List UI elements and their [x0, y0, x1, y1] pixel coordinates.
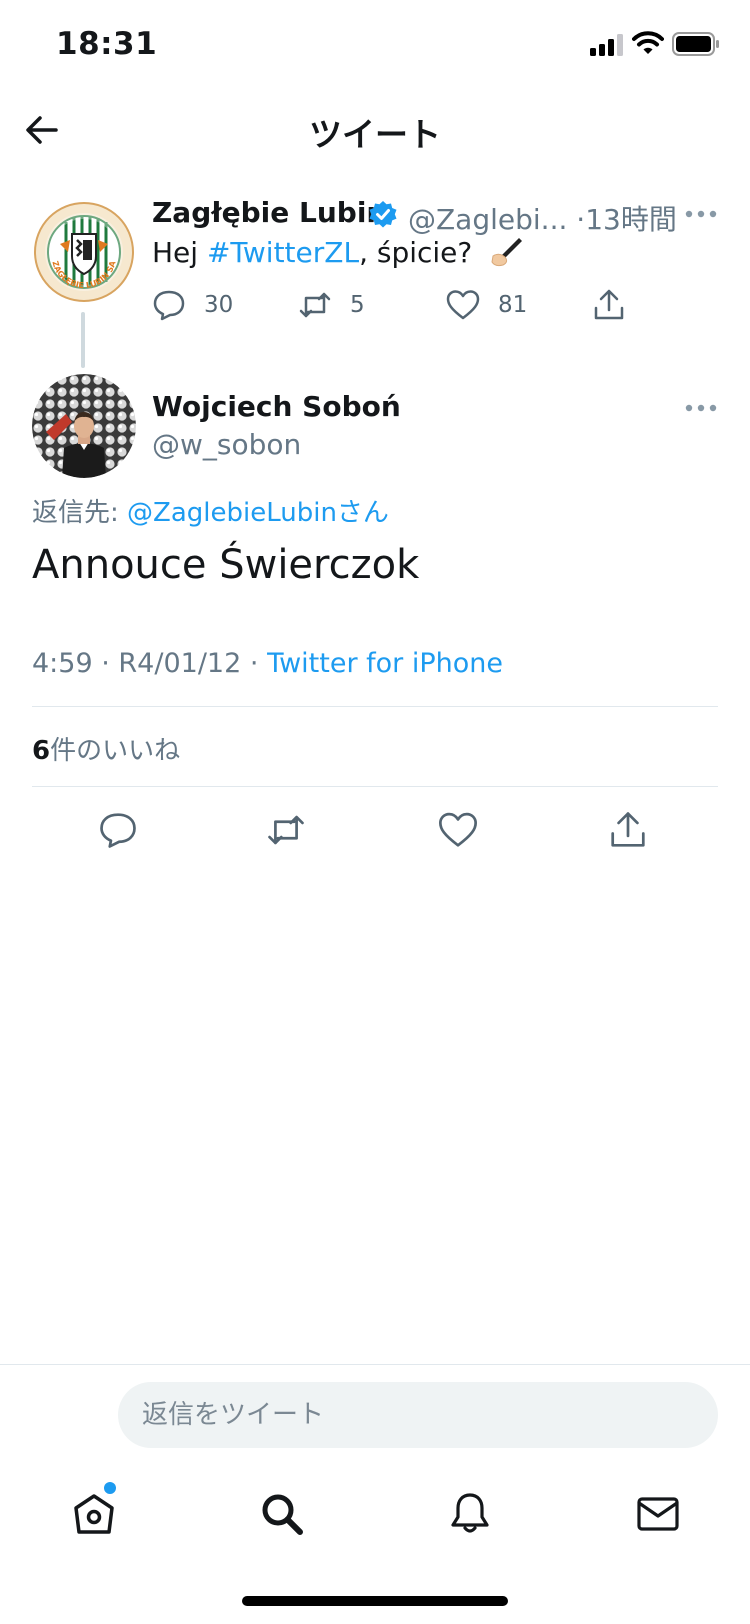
parent-like-button[interactable]: 81 [446, 288, 527, 322]
separator-dot: · [576, 203, 586, 236]
wifi-icon [632, 30, 664, 56]
share-icon [611, 812, 645, 847]
retweet-button[interactable] [266, 810, 306, 850]
tab-home[interactable] [70, 1490, 118, 1538]
reply-to-label: 返信先: [32, 498, 128, 528]
tab-notifications[interactable] [446, 1490, 494, 1538]
parent-tweet-text-suffix: , śpicie? [359, 236, 473, 269]
reply-input[interactable] [118, 1382, 718, 1448]
tweet-meta: 4:59 · R4/01/12 · Twitter for iPhone [32, 648, 503, 679]
divider [32, 786, 718, 787]
notification-dot [104, 1482, 116, 1494]
cellular-signal-icon [590, 34, 626, 56]
thread-connector-line [81, 312, 85, 368]
tweet-date: R4/01/12 [118, 648, 242, 679]
tab-search[interactable] [258, 1490, 306, 1538]
retweet-icon [299, 292, 331, 318]
reply-to-line: 返信先: @ZaglebieLubinさん [32, 492, 389, 529]
divider [32, 706, 718, 707]
main-tweet-handle[interactable]: @w_sobon [152, 428, 301, 461]
divider [0, 1364, 750, 1365]
search-icon [262, 1494, 303, 1535]
verified-badge-icon [368, 200, 398, 230]
parent-reply-count: 30 [204, 292, 234, 318]
hashtag-link[interactable]: #TwitterZL [207, 236, 359, 269]
share-icon [594, 289, 624, 320]
reply-button[interactable] [98, 810, 138, 850]
retweet-icon [268, 815, 304, 845]
home-indicator[interactable] [242, 1596, 508, 1606]
share-button[interactable] [608, 810, 648, 850]
main-tweet-author-name[interactable]: Wojciech Soboń [152, 390, 401, 423]
likes-count: 6 [32, 736, 51, 766]
parent-tweet-avatar[interactable]: ZAGŁĘBIE LUBIN SA [32, 200, 136, 304]
parent-reply-button[interactable]: 30 [152, 288, 233, 322]
parent-tweet-handle[interactable]: @Zaglebi... [408, 203, 567, 236]
mail-icon [637, 1497, 679, 1531]
parent-share-button[interactable] [592, 288, 626, 322]
parent-like-count: 81 [498, 292, 528, 318]
home-icon [74, 1494, 114, 1534]
status-time: 18:31 [56, 26, 158, 62]
reply-icon [153, 290, 185, 321]
meta-separator: · [101, 648, 110, 679]
reply-icon [100, 813, 136, 848]
battery-icon [672, 32, 720, 56]
parent-tweet-text: Hej #TwitterZL, śpicie? [152, 236, 525, 269]
parent-retweet-button[interactable]: 5 [298, 288, 365, 322]
meta-separator: · [249, 648, 259, 679]
heart-icon [446, 290, 480, 320]
main-tweet-avatar[interactable] [32, 374, 136, 478]
tab-messages[interactable] [634, 1490, 682, 1538]
parent-retweet-count: 5 [350, 292, 365, 318]
bell-icon [451, 1493, 489, 1533]
parent-tweet-more-icon[interactable] [684, 204, 718, 224]
reply-to-handle-link[interactable]: @ZaglebieLubinさん [127, 498, 389, 528]
parent-tweet-handle-time: @Zaglebi... ·13時間 [408, 198, 677, 238]
likes-label: 件のいいね [50, 736, 181, 766]
main-tweet-text: Annouce Świerczok [32, 542, 420, 588]
likes-summary[interactable]: 6件のいいね [32, 730, 180, 767]
parent-tweet-author-name[interactable]: Zagłębie Lubin [152, 196, 386, 229]
main-tweet-more-icon[interactable] [684, 398, 718, 418]
parent-tweet-text-prefix: Hej [152, 236, 207, 269]
page-title: ツイート [309, 115, 441, 154]
tweet-time: 4:59 [32, 648, 93, 679]
parent-tweet-time: 13時間 [585, 203, 677, 236]
writing-hand-emoji-icon [489, 236, 525, 268]
tweet-source-link[interactable]: Twitter for iPhone [267, 648, 503, 679]
like-button[interactable] [438, 810, 478, 850]
heart-icon [439, 812, 477, 847]
